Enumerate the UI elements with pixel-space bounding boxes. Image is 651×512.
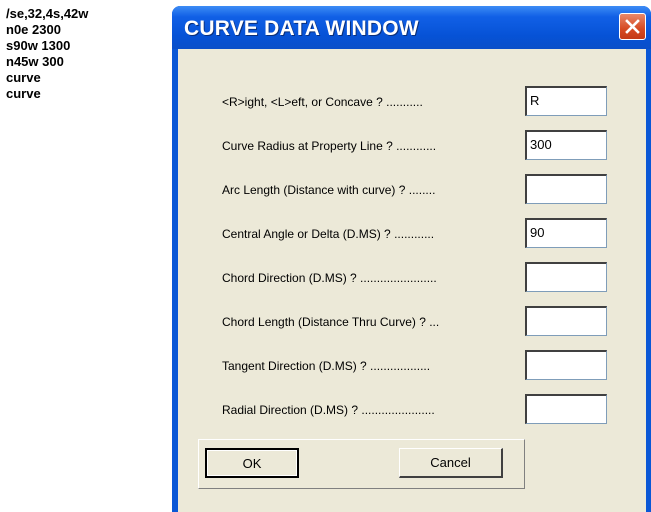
direction-input[interactable]: R: [525, 86, 607, 116]
command-line: curve: [6, 70, 41, 85]
command-line: curve: [6, 86, 41, 101]
ok-button[interactable]: OK: [205, 448, 299, 478]
field-label-chord-length: Chord Length (Distance Thru Curve) ? ...: [222, 315, 440, 329]
field-label-radial-direction: Radial Direction (D.MS) ? ..............…: [222, 403, 435, 417]
field-label-direction: <R>ight, <L>eft, or Concave ? ..........…: [222, 95, 423, 109]
chord-direction-input[interactable]: [525, 262, 607, 292]
field-label-central-angle: Central Angle or Delta (D.MS) ? ........…: [222, 227, 435, 241]
dialog-title: CURVE DATA WINDOW: [184, 17, 419, 40]
field-label-chord-direction: Chord Direction (D.MS) ? ...............…: [222, 271, 437, 285]
curve-radius-input[interactable]: 300: [525, 130, 607, 160]
close-button[interactable]: [619, 13, 646, 40]
field-label-arc-length: Arc Length (Distance with curve) ? .....…: [222, 183, 436, 197]
dialog-titlebar[interactable]: CURVE DATA WINDOW: [172, 6, 651, 49]
dialog-client-area: <R>ight, <L>eft, or Concave ? ..........…: [178, 49, 646, 512]
command-line: /se,32,4s,42w: [6, 6, 89, 21]
chord-length-input[interactable]: [525, 306, 607, 336]
cancel-button[interactable]: Cancel: [399, 448, 503, 478]
arc-length-input[interactable]: [525, 174, 607, 204]
field-label-curve-radius: Curve Radius at Property Line ? ........…: [222, 139, 437, 153]
curve-data-dialog: CURVE DATA WINDOW <R>ight, <L>eft, or Co…: [172, 6, 651, 512]
command-line: n0e 2300: [6, 22, 61, 37]
radial-direction-input[interactable]: [525, 394, 607, 424]
close-icon: [625, 19, 640, 34]
command-log: /se,32,4s,42w n0e 2300 s90w 1300 n45w 30…: [6, 6, 88, 102]
command-line: n45w 300: [6, 54, 64, 69]
field-label-tangent-direction: Tangent Direction (D.MS) ? .............…: [222, 359, 431, 373]
button-panel: OK Cancel: [198, 439, 525, 489]
command-line: s90w 1300: [6, 38, 71, 53]
tangent-direction-input[interactable]: [525, 350, 607, 380]
central-angle-input[interactable]: 90: [525, 218, 607, 248]
